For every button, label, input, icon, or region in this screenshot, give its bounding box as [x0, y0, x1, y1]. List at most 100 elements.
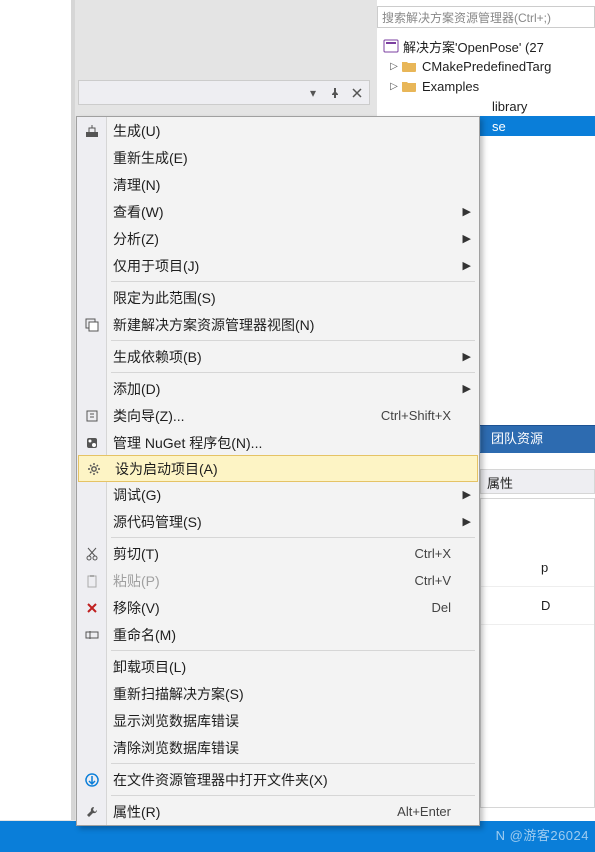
- menu-item[interactable]: 源代码管理(S)▶: [77, 508, 479, 535]
- dropdown-icon[interactable]: ▾: [305, 85, 321, 101]
- menu-item[interactable]: 生成依赖项(B)▶: [77, 343, 479, 370]
- newview-icon: [83, 316, 101, 334]
- menu-item[interactable]: 查看(W)▶: [77, 198, 479, 225]
- menu-item[interactable]: 新建解决方案资源管理器视图(N): [77, 311, 479, 338]
- menu-item[interactable]: 清除浏览数据库错误: [77, 734, 479, 761]
- menu-item[interactable]: 重新生成(E): [77, 144, 479, 171]
- menu-item-label: 重命名(M): [113, 625, 469, 645]
- open-icon: [83, 771, 101, 789]
- submenu-arrow-icon: ▶: [463, 205, 471, 218]
- folder-icon: [402, 60, 418, 72]
- panel-toolbar: ▾: [78, 80, 370, 105]
- wrench-icon: [83, 803, 101, 821]
- menu-item-label: 移除(V): [113, 598, 431, 618]
- properties-title: 属性: [487, 476, 513, 491]
- side-tab-bar: 团队资源: [480, 425, 595, 453]
- property-value: p: [541, 560, 548, 575]
- tree-item-cmake[interactable]: ▷ CMakePredefinedTarg: [383, 56, 595, 76]
- pin-icon[interactable]: [327, 85, 343, 101]
- tab-team-explorer[interactable]: 团队资源: [480, 426, 553, 452]
- menu-item-label: 重新生成(E): [113, 148, 469, 168]
- menu-item[interactable]: 管理 NuGet 程序包(N)...: [77, 429, 479, 456]
- property-row[interactable]: p: [481, 549, 594, 587]
- solution-root-label: 解决方案'OpenPose' (27: [403, 37, 544, 56]
- properties-grid: p D: [480, 498, 595, 808]
- menu-item-label: 卸载项目(L): [113, 657, 469, 677]
- watermark: N @游客26024: [496, 825, 589, 844]
- class-icon: [83, 407, 101, 425]
- menu-item-label: 分析(Z): [113, 229, 469, 249]
- menu-item[interactable]: 移除(V)Del: [77, 594, 479, 621]
- menu-item-label: 仅用于项目(J): [113, 256, 469, 276]
- menu-item-label: 生成(U): [113, 121, 469, 141]
- close-icon[interactable]: [349, 85, 365, 101]
- menu-item[interactable]: 生成(U): [77, 117, 479, 144]
- expand-icon[interactable]: ▷: [387, 79, 401, 93]
- menu-item-label: 剪切(T): [113, 544, 415, 564]
- submenu-arrow-icon: ▶: [463, 232, 471, 245]
- menu-item[interactable]: 类向导(Z)...Ctrl+Shift+X: [77, 402, 479, 429]
- menu-item-shortcut: Ctrl+Shift+X: [381, 408, 469, 423]
- menu-item[interactable]: 分析(Z)▶: [77, 225, 479, 252]
- folder-icon: [402, 80, 418, 92]
- menu-item[interactable]: 限定为此范围(S): [77, 284, 479, 311]
- menu-item-label: 粘贴(P): [113, 571, 415, 591]
- menu-item[interactable]: 设为启动项目(A): [78, 455, 478, 482]
- menu-item[interactable]: 在文件资源管理器中打开文件夹(X): [77, 766, 479, 793]
- build-icon: [83, 122, 101, 140]
- tree-item-label: CMakePredefinedTarg: [422, 59, 551, 74]
- menu-item-label: 属性(R): [113, 802, 397, 822]
- solution-explorer-search[interactable]: 搜索解决方案资源管理器(Ctrl+;): [377, 6, 595, 28]
- remove-icon: [83, 599, 101, 617]
- submenu-arrow-icon: ▶: [463, 259, 471, 272]
- nuget-icon: [83, 434, 101, 452]
- menu-item: 粘贴(P)Ctrl+V: [77, 567, 479, 594]
- property-row[interactable]: D: [481, 587, 594, 625]
- cut-icon: [83, 545, 101, 563]
- context-menu: 生成(U)重新生成(E)清理(N)查看(W)▶分析(Z)▶仅用于项目(J)▶限定…: [76, 116, 480, 826]
- menu-item[interactable]: 剪切(T)Ctrl+X: [77, 540, 479, 567]
- menu-item-label: 源代码管理(S): [113, 512, 469, 532]
- menu-item[interactable]: 重命名(M): [77, 621, 479, 648]
- menu-item-label: 新建解决方案资源管理器视图(N): [113, 315, 469, 335]
- menu-item-shortcut: Ctrl+X: [415, 546, 469, 561]
- submenu-arrow-icon: ▶: [463, 515, 471, 528]
- menu-item[interactable]: 重新扫描解决方案(S): [77, 680, 479, 707]
- menu-item[interactable]: 显示浏览数据库错误: [77, 707, 479, 734]
- menu-item[interactable]: 添加(D)▶: [77, 375, 479, 402]
- menu-item-label: 类向导(Z)...: [113, 406, 381, 426]
- menu-item-label: 清除浏览数据库错误: [113, 738, 469, 758]
- submenu-arrow-icon: ▶: [463, 350, 471, 363]
- solution-icon: [383, 38, 399, 54]
- submenu-arrow-icon: ▶: [463, 382, 471, 395]
- menu-item-label: 调试(G): [113, 485, 469, 505]
- tree-item-label: Examples: [422, 79, 479, 94]
- menu-item[interactable]: 属性(R)Alt+Enter: [77, 798, 479, 825]
- menu-item-label: 管理 NuGet 程序包(N)...: [113, 433, 469, 453]
- menu-item-shortcut: Del: [431, 600, 469, 615]
- search-placeholder: 搜索解决方案资源管理器(Ctrl+;): [382, 11, 551, 25]
- expand-icon[interactable]: ▷: [387, 59, 401, 73]
- rename-icon: [83, 626, 101, 644]
- tree-item-label: library: [492, 99, 527, 114]
- solution-root[interactable]: 解决方案'OpenPose' (27: [383, 36, 595, 56]
- menu-item-shortcut: Alt+Enter: [397, 804, 469, 819]
- tree-item-library[interactable]: ▷ library: [383, 96, 595, 116]
- menu-item-label: 在文件资源管理器中打开文件夹(X): [113, 770, 469, 790]
- menu-item-label: 生成依赖项(B): [113, 347, 469, 367]
- menu-item[interactable]: 卸载项目(L): [77, 653, 479, 680]
- menu-item-label: 重新扫描解决方案(S): [113, 684, 469, 704]
- menu-item-shortcut: Ctrl+V: [415, 573, 469, 588]
- menu-item[interactable]: 清理(N): [77, 171, 479, 198]
- menu-item-label: 显示浏览数据库错误: [113, 711, 469, 731]
- property-value: D: [541, 598, 550, 613]
- menu-item[interactable]: 调试(G)▶: [77, 481, 479, 508]
- submenu-arrow-icon: ▶: [463, 488, 471, 501]
- menu-item-label: 设为启动项目(A): [115, 459, 467, 479]
- tree-item-examples[interactable]: ▷ Examples: [383, 76, 595, 96]
- menu-item[interactable]: 仅用于项目(J)▶: [77, 252, 479, 279]
- properties-header: 属性: [480, 469, 595, 494]
- tree-item-label: se: [492, 119, 506, 134]
- menu-item-label: 限定为此范围(S): [113, 288, 469, 308]
- menu-item-label: 清理(N): [113, 175, 469, 195]
